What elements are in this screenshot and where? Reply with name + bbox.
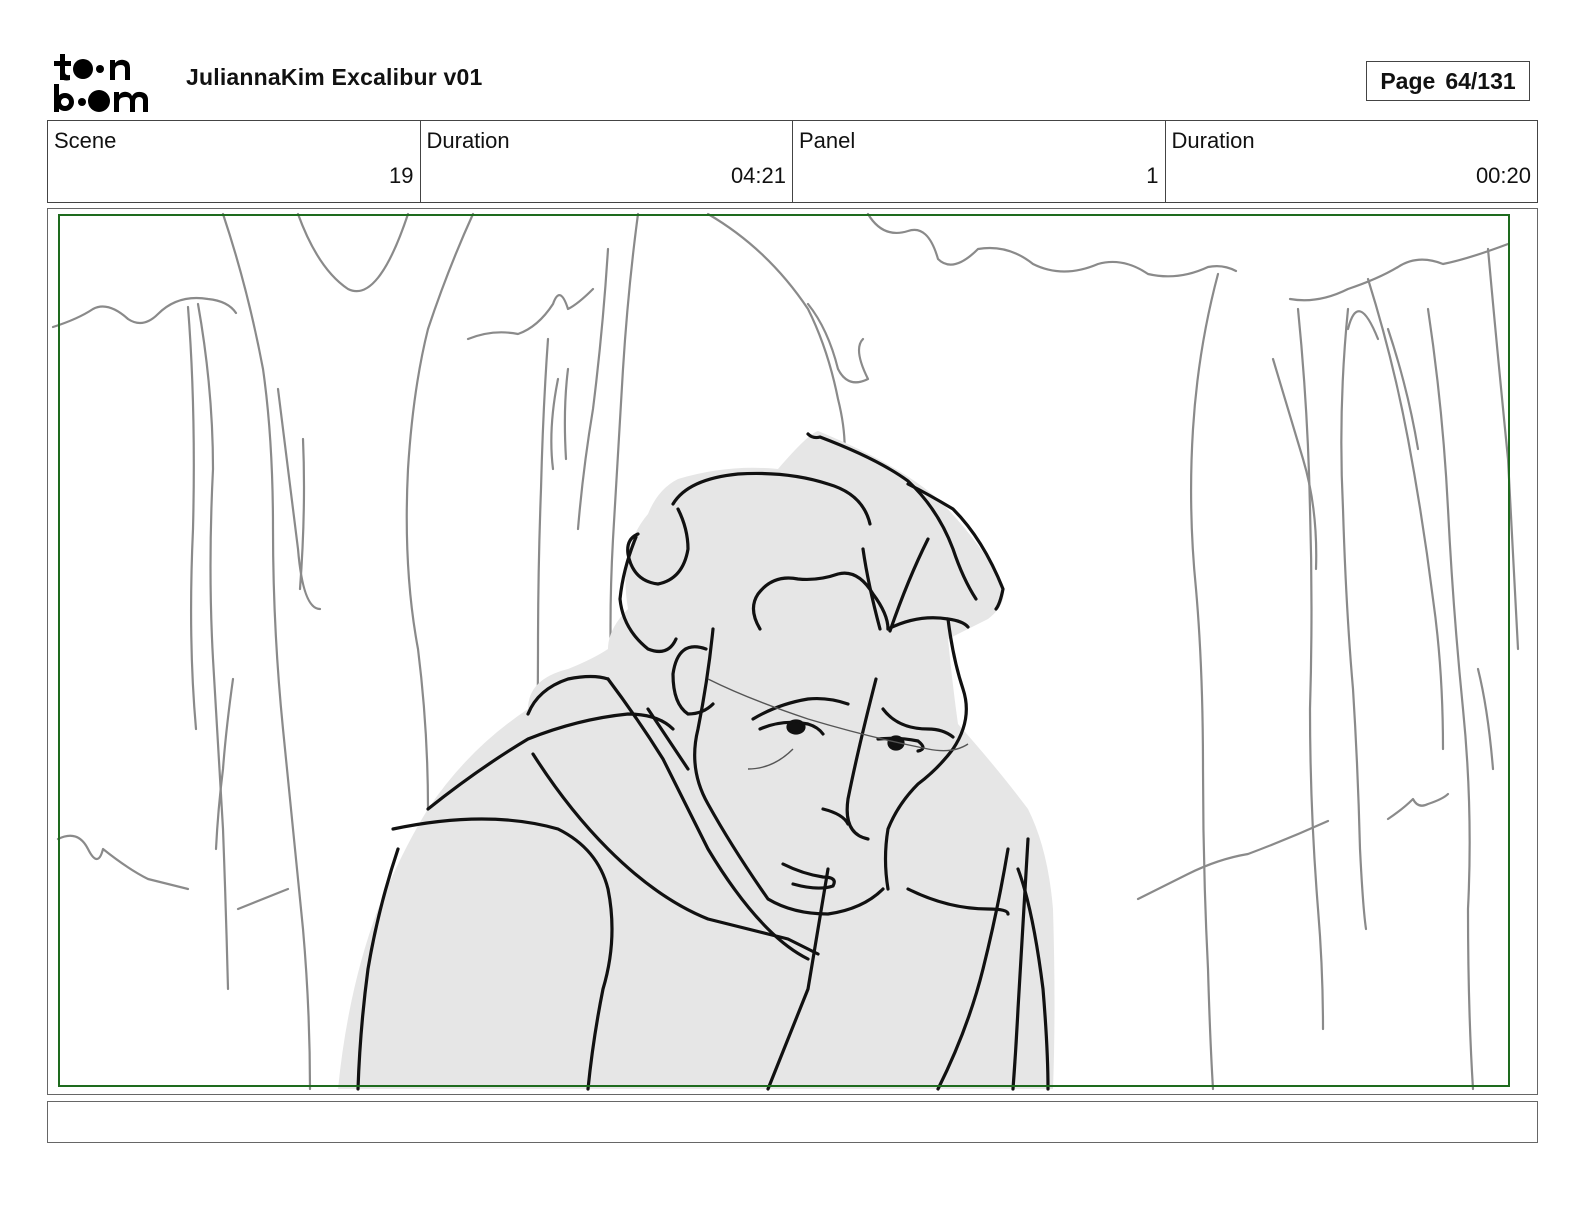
scene-duration-label: Duration — [426, 128, 510, 153]
panel-cell: Panel 1 — [793, 121, 1166, 202]
page-number: 64/131 — [1445, 67, 1516, 94]
project-title: JuliannaKim Excalibur v01 — [186, 64, 483, 90]
panel-value: 1 — [1146, 163, 1159, 188]
scene-label: Scene — [54, 128, 117, 153]
storyboard-panel — [47, 208, 1538, 1095]
panel-duration-value: 00:20 — [1475, 163, 1531, 188]
toonboom-logo — [50, 50, 166, 114]
page-label: Page — [1380, 67, 1436, 94]
panel-duration-cell: Duration 00:20 — [1166, 121, 1538, 202]
panel-notes-box — [47, 1101, 1538, 1143]
panel-label: Panel — [799, 128, 856, 153]
scene-cell: Scene 19 — [48, 121, 421, 202]
panel-sketch — [51, 212, 1520, 1091]
scene-duration-value: 04:21 — [730, 163, 786, 188]
storyboard-info-table: Scene 19 Duration 04:21 Panel 1 Duration… — [47, 120, 1538, 203]
page-indicator: Page 64/131 — [1366, 61, 1530, 101]
panel-duration-label: Duration — [1171, 128, 1255, 153]
scene-value: 19 — [389, 163, 414, 188]
character-figure — [338, 431, 1055, 1091]
toonboom-logo-icon — [54, 54, 148, 112]
scene-duration-cell: Duration 04:21 — [421, 121, 793, 202]
